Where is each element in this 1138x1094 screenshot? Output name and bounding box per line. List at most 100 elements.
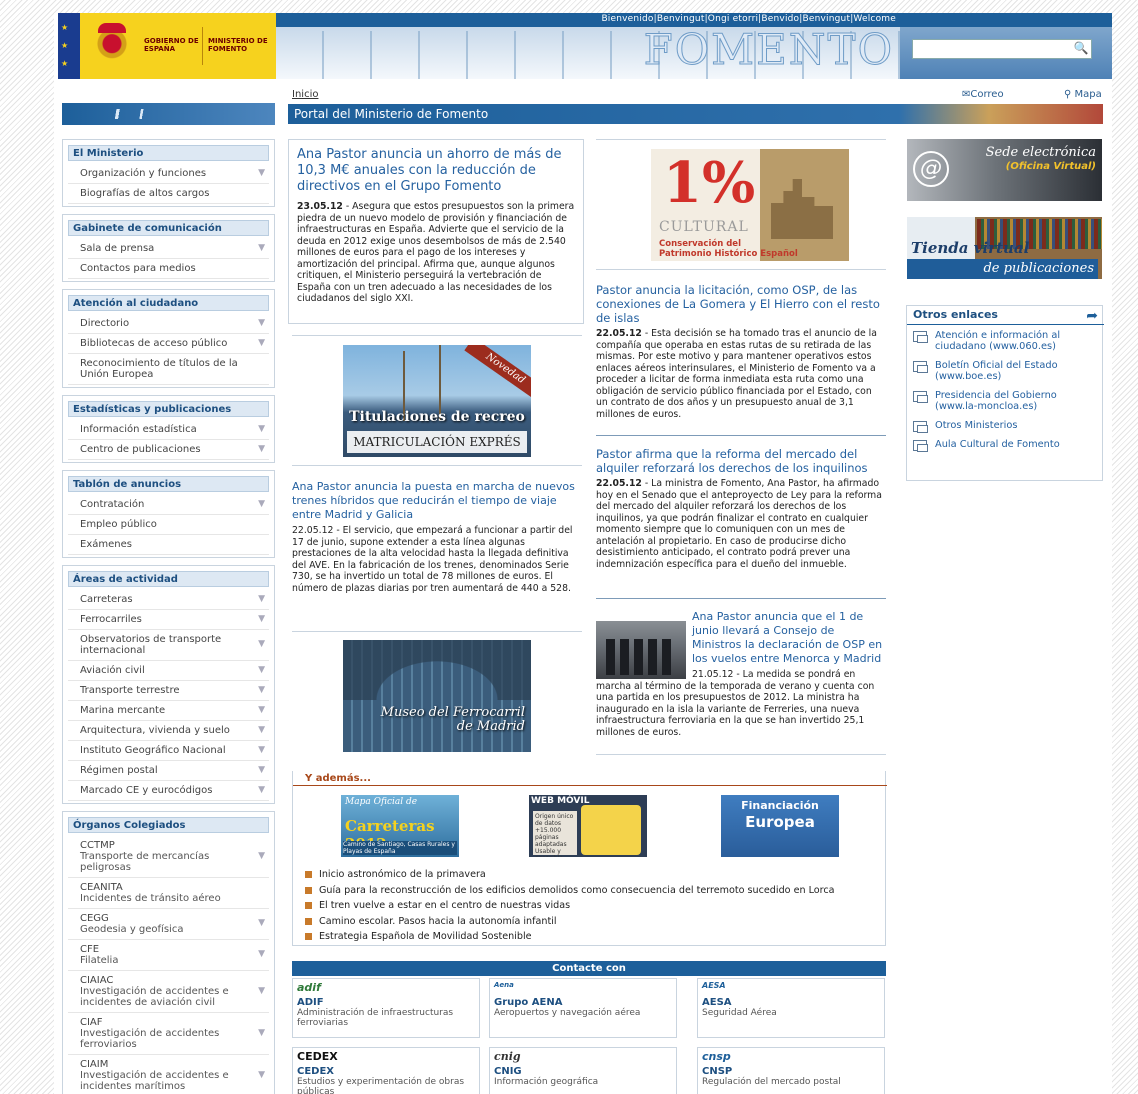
contact-cedex[interactable]: CEDEX CEDEX Estudios y experimentación d… — [292, 1047, 480, 1094]
chevron-down-icon[interactable]: ▼ — [258, 499, 265, 510]
nav-item[interactable]: Marcado CE y eurocódigos ▼ — [68, 781, 269, 801]
chevron-down-icon[interactable]: ▼ — [258, 765, 265, 776]
nav-item[interactable]: Sala de prensa ▼ — [68, 239, 269, 259]
otros-enlace-link[interactable]: Atención e información al ciudadano (www… — [913, 330, 1099, 352]
otros-enlace-link[interactable]: Otros Ministerios — [913, 420, 1099, 433]
sede-electronica-banner[interactable]: @ Sede electrónica (Oficina Virtual) — [907, 139, 1102, 201]
contact-adif[interactable]: adif ADIF Administración de infraestruct… — [292, 978, 480, 1038]
nav-item[interactable]: CIAF Investigación de accidentes ferrovia… — [68, 1013, 269, 1055]
nav-item[interactable]: Ferrocarriles ▼ — [68, 610, 269, 630]
chevron-down-icon[interactable]: ▼ — [258, 785, 265, 796]
tienda-virtual-banner[interactable]: Tienda virtual de publicaciones — [907, 217, 1102, 279]
contact-name: ADIF — [297, 997, 324, 1008]
promo-titulaciones-recreo[interactable]: Novedad Titulaciones de recreo MATRICULA… — [343, 345, 531, 457]
ademas-link[interactable]: Guía para la reconstrucción de los edifi… — [305, 883, 885, 899]
contact-aena[interactable]: Aena Grupo AENA Aeropuertos y navegación… — [489, 978, 677, 1038]
ademas-link[interactable]: Camino escolar. Pasos hacia la autonomía… — [305, 914, 885, 930]
nav-section-title[interactable]: Tablón de anuncios — [68, 476, 269, 492]
contact-aesa[interactable]: AESA AESA Seguridad Aérea — [697, 978, 885, 1038]
story-title-alquiler[interactable]: Pastor afirma que la reforma del mercado… — [596, 447, 886, 475]
ademas-link[interactable]: El tren vuelve a estar en el centro de n… — [305, 898, 885, 914]
nav-section-title[interactable]: Gabinete de comunicación — [68, 220, 269, 236]
chevron-down-icon[interactable]: ▼ — [258, 318, 265, 329]
chevron-down-icon[interactable]: ▼ — [258, 1028, 265, 1039]
nav-item[interactable]: CCTMP Transporte de mercancías peligrosas… — [68, 836, 269, 878]
nav-item[interactable]: Exámenes — [68, 535, 269, 555]
nav-item[interactable]: Régimen postal ▼ — [68, 761, 269, 781]
story-title-gomera[interactable]: Pastor anuncia la licitación, como OSP, … — [596, 283, 886, 325]
site-map-link[interactable]: ⚲ Mapa — [1064, 89, 1102, 100]
nav-item[interactable]: Directorio ▼ — [68, 314, 269, 334]
welcome-languages[interactable]: Bienvenido|Benvingut|Ongi etorri|Benvido… — [601, 14, 896, 24]
chevron-down-icon[interactable]: ▼ — [258, 725, 265, 736]
chevron-down-icon[interactable]: ▼ — [258, 424, 265, 435]
ademas-link-label: Inicio astronómico de la primavera — [319, 869, 486, 880]
correo-link[interactable]: ✉Correo — [962, 89, 1004, 100]
nav-item[interactable]: Arquitectura, vivienda y suelo ▼ — [68, 721, 269, 741]
story-title-ahorro[interactable]: Ana Pastor anuncia un ahorro de más de 1… — [297, 147, 575, 195]
chevron-down-icon[interactable]: ▼ — [258, 918, 265, 929]
nav-item[interactable]: Centro de publicaciones ▼ — [68, 440, 269, 460]
chevron-down-icon[interactable]: ▼ — [258, 851, 265, 862]
nav-section-title[interactable]: Estadísticas y publicaciones — [68, 401, 269, 417]
nav-item[interactable]: Bibliotecas de acceso público ▼ — [68, 334, 269, 354]
contact-cnig[interactable]: cnig CNIG Información geográfica — [489, 1047, 677, 1094]
nav-item[interactable]: CIAIM Investigación de accidentes e incid… — [68, 1055, 269, 1094]
nav-item[interactable]: Reconocimiento de títulos de la Unión Eu… — [68, 354, 269, 385]
story-title-menorca[interactable]: Ana Pastor anuncia que el 1 de junio lle… — [692, 610, 886, 666]
chevron-down-icon[interactable]: ▼ — [258, 745, 265, 756]
nav-item[interactable]: Contactos para medios — [68, 259, 269, 279]
chevron-down-icon[interactable]: ▼ — [258, 338, 265, 349]
chevron-down-icon[interactable]: ▼ — [258, 444, 265, 455]
promo-uno-por-ciento-cultural[interactable]: 1% CULTURAL Conservación del Patrimonio H… — [651, 149, 849, 261]
promo-museo-ferrocarril[interactable]: Museo del Ferrocarril de Madrid — [343, 640, 531, 752]
chevron-down-icon[interactable]: ▼ — [258, 594, 265, 605]
promo-financiacion-europea[interactable]: Financiación Europea — [721, 795, 839, 857]
nav-item[interactable]: Carreteras ▼ — [68, 590, 269, 610]
nav-section-title[interactable]: Áreas de actividad — [68, 571, 269, 587]
otros-enlace-link[interactable]: Presidencia del Gobierno (www.la-moncloa… — [913, 390, 1099, 412]
government-logo[interactable]: GOBIERNO DE ESPAÑA MINISTERIO DE FOMENTO — [58, 13, 276, 79]
otros-enlace-link[interactable]: Boletín Oficial del Estado (www.boe.es) — [913, 360, 1099, 382]
search-icon[interactable]: 🔍 — [1072, 41, 1090, 57]
nav-item[interactable]: Observatorios de transporte internaciona… — [68, 630, 269, 661]
chevron-down-icon[interactable]: ▼ — [258, 685, 265, 696]
chevron-down-icon[interactable]: ▼ — [258, 168, 265, 179]
nav-item[interactable]: Aviación civil ▼ — [68, 661, 269, 681]
nav-section-title[interactable]: El Ministerio — [68, 145, 269, 161]
nav-section-title[interactable]: Atención al ciudadano — [68, 295, 269, 311]
nav-item[interactable]: Biografías de altos cargos — [68, 184, 269, 204]
chevron-down-icon[interactable]: ▼ — [258, 639, 265, 650]
nav-item[interactable]: Empleo público — [68, 515, 269, 535]
nav-item[interactable]: Información estadística ▼ — [68, 420, 269, 440]
contact-cnsp[interactable]: cnsp CNSP Regulación del mercado postal — [697, 1047, 885, 1094]
promo-web-movil[interactable]: WEB MÓVIL Origen único de datos +15.000 … — [529, 795, 647, 857]
nav-item[interactable]: CEGG Geodesia y geofísica ▼ — [68, 909, 269, 940]
otros-enlace-link[interactable]: Aula Cultural de Fomento — [913, 439, 1099, 452]
chevron-down-icon[interactable]: ▼ — [258, 614, 265, 625]
chevron-down-icon[interactable]: ▼ — [258, 705, 265, 716]
chevron-down-icon[interactable]: ▼ — [258, 986, 265, 997]
nav-item[interactable]: Organización y funciones ▼ — [68, 164, 269, 184]
nav-section: Atención al ciudadano Directorio ▼ Bibliote… — [62, 289, 275, 388]
nav-section-title[interactable]: Órganos Colegiados — [68, 817, 269, 833]
nav-item[interactable]: CEANITA Incidentes de tránsito aéreo — [68, 878, 269, 909]
chevron-down-icon[interactable]: ▼ — [258, 243, 265, 254]
nav-item[interactable]: CFE Filatelia ▼ — [68, 940, 269, 971]
nav-item[interactable]: Instituto Geográfico Nacional ▼ — [68, 741, 269, 761]
search-input[interactable] — [912, 39, 1092, 59]
chevron-down-icon[interactable]: ▼ — [258, 1070, 265, 1081]
breadcrumb-home[interactable]: Inicio — [292, 89, 318, 100]
promo-mapa-carreteras[interactable]: Mapa Oficial de Carreteras 2012 Camino d… — [341, 795, 459, 857]
story-title-hibridos[interactable]: Ana Pastor anuncia la puesta en marcha d… — [292, 480, 582, 522]
nav-item[interactable]: CIAIAC Investigación de accidentes e inci… — [68, 971, 269, 1013]
chevron-down-icon[interactable]: ▼ — [258, 665, 265, 676]
nav-item-label: Carreteras — [80, 594, 133, 605]
nav-item[interactable]: Contratación ▼ — [68, 495, 269, 515]
nav-item[interactable]: Marina mercante ▼ — [68, 701, 269, 721]
ademas-link[interactable]: Inicio astronómico de la primavera — [305, 867, 885, 883]
chevron-down-icon[interactable]: ▼ — [258, 949, 265, 960]
nav-item-label: Reconocimiento de títulos de la Unión Eu… — [80, 358, 238, 380]
nav-item[interactable]: Transporte terrestre ▼ — [68, 681, 269, 701]
ademas-link[interactable]: Estrategia Española de Movilidad Sosteni… — [305, 929, 885, 945]
